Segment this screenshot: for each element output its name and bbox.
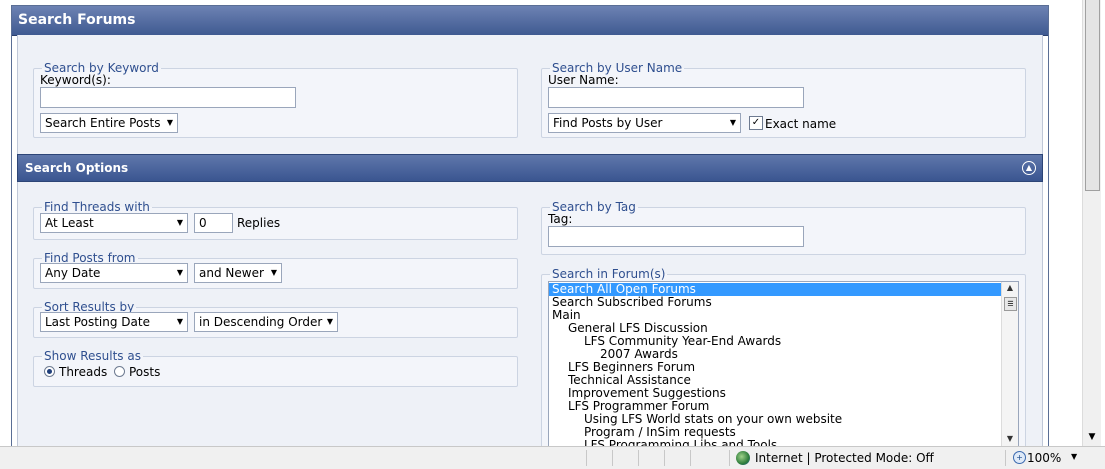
threads-legend: Find Threads with xyxy=(44,200,150,214)
tag-input[interactable] xyxy=(548,226,804,247)
status-divider xyxy=(612,450,613,466)
chevron-down-icon: ▼ xyxy=(176,268,183,277)
username-input[interactable] xyxy=(548,87,804,108)
threads-radio[interactable] xyxy=(44,366,55,377)
tag-label: Tag: xyxy=(548,212,573,226)
page-scroll-down-icon[interactable]: ▼ xyxy=(1083,432,1101,442)
status-divider xyxy=(729,450,730,466)
status-divider xyxy=(1005,450,1006,466)
sort-field-value: Last Posting Date xyxy=(45,315,150,329)
page-scrollbar[interactable]: ▼ xyxy=(1082,0,1101,446)
find-posts-select[interactable]: Find Posts by User ▼ xyxy=(548,113,741,133)
status-divider xyxy=(690,450,691,466)
forums-legend: Search in Forum(s) xyxy=(552,267,666,281)
sort-order-select[interactable]: in Descending Order ▼ xyxy=(194,312,338,332)
date-select[interactable]: Any Date ▼ xyxy=(40,263,188,283)
date-value: Any Date xyxy=(45,266,101,280)
threads-radio-label: Threads xyxy=(59,365,108,379)
forum-listbox[interactable]: Search All Open Forums Search Subscribed … xyxy=(548,281,1019,448)
search-options-title: Search Options xyxy=(25,161,129,175)
sort-order-value: in Descending Order xyxy=(199,315,323,329)
keyword-label: Keyword(s): xyxy=(40,73,111,87)
chevron-down-icon: ▼ xyxy=(270,268,277,277)
page-scroll-thumb[interactable] xyxy=(1085,0,1100,191)
chevron-down-icon: ▼ xyxy=(176,317,183,326)
replies-comparison-value: At Least xyxy=(45,216,94,230)
posts-radio-label: Posts xyxy=(129,365,161,379)
replies-comparison-select[interactable]: At Least ▼ xyxy=(40,213,188,233)
checkmark-icon: ✓ xyxy=(751,117,761,128)
listbox-scrollbar[interactable]: ▲ ☰ ▼ xyxy=(1001,282,1018,447)
chevron-down-icon: ▼ xyxy=(729,118,736,127)
show-results-legend: Show Results as xyxy=(44,349,141,363)
status-divider xyxy=(638,450,639,466)
zoom-dropdown-icon[interactable]: ▼ xyxy=(1071,452,1077,461)
status-divider xyxy=(586,450,587,466)
status-divider xyxy=(664,450,665,466)
chevron-down-icon: ▼ xyxy=(166,118,173,127)
posts-radio[interactable] xyxy=(114,366,125,377)
page-title: Search Forums xyxy=(12,6,1048,36)
username-label: User Name: xyxy=(548,73,619,87)
zoom-level[interactable]: 100% xyxy=(1027,451,1061,465)
security-zone-text: Internet | Protected Mode: Off xyxy=(755,451,934,465)
collapse-up-icon[interactable]: ▲ xyxy=(1022,161,1036,175)
keyword-input[interactable] xyxy=(40,87,296,108)
chevron-down-icon: ▼ xyxy=(326,317,333,326)
scroll-up-icon[interactable]: ▲ xyxy=(1002,283,1018,296)
left-margin xyxy=(0,0,11,446)
sort-field-select[interactable]: Last Posting Date ▼ xyxy=(40,312,188,332)
replies-label: Replies xyxy=(237,216,281,230)
scroll-thumb[interactable]: ☰ xyxy=(1004,297,1017,311)
search-options-header[interactable]: Search Options ▲ xyxy=(17,154,1043,182)
exact-name-checkbox[interactable]: ✓ xyxy=(749,116,763,130)
browser-content: Search Forums Search by Keyword Keyword(… xyxy=(0,0,1101,448)
replies-count-input[interactable] xyxy=(194,213,233,233)
search-scope-value: Search Entire Posts xyxy=(45,116,161,130)
status-bar xyxy=(0,446,1105,469)
exact-name-label: Exact name xyxy=(765,117,837,131)
date-direction-select[interactable]: and Newer ▼ xyxy=(194,263,282,283)
search-scope-select[interactable]: Search Entire Posts ▼ xyxy=(40,113,178,133)
globe-icon xyxy=(736,451,750,465)
zoom-icon[interactable]: + xyxy=(1013,451,1026,464)
date-direction-value: and Newer xyxy=(199,266,264,280)
find-posts-value: Find Posts by User xyxy=(553,116,663,130)
chevron-down-icon: ▼ xyxy=(176,218,183,227)
